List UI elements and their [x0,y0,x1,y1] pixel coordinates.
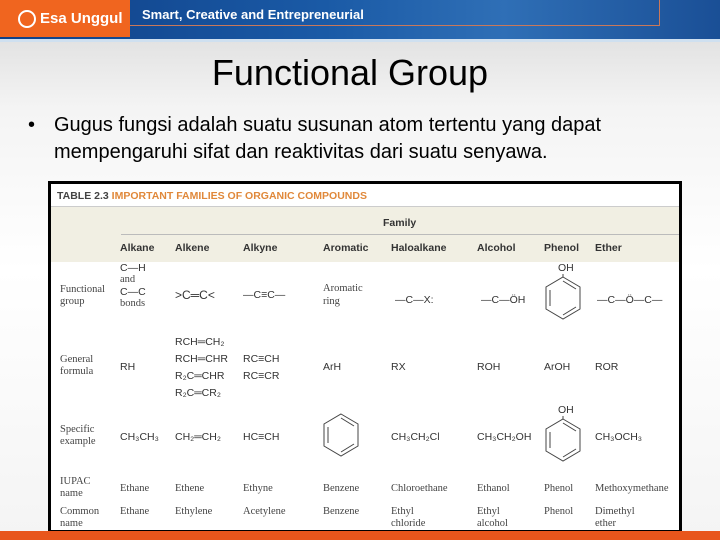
column-header: Phenol [544,242,580,254]
cell-alcohol-gf: ROH [477,361,501,373]
column-header: Alkane [120,242,155,254]
column-header: Alkyne [243,242,278,254]
iupac-name: Ethyne [243,483,273,494]
row-label: IUPAC name [60,476,91,499]
iupac-name: Ethene [175,483,205,494]
common-name: Ethyl chloride [391,506,426,529]
phenol-oh-label: OH [558,262,574,274]
footer-bar [0,531,720,540]
row-label: General formula [60,354,94,377]
cell-alkane-gf: RH [120,361,136,373]
cell-alkene-ex: CH₂═CH₂ [175,431,221,443]
row-label: Functional group [60,284,105,307]
university-logo: Esa Unggul [0,0,130,37]
iupac-name: Ethane [120,483,150,494]
cell-alkyne-fg: —C≡C— [243,289,286,301]
common-name: Ethyl alcohol [477,506,508,529]
bullet-point: • Gugus fungsi adalah suatu susunan atom … [28,112,688,166]
cell-alkane-fg: C—H and C—C bonds [120,262,146,309]
divider [659,0,660,26]
cell-alkyne-gf: RC≡CH RC≡CR [243,353,280,382]
row-label: Specific example [60,424,96,447]
iupac-name: Phenol [544,483,574,494]
cell-phenol-gf: ArOH [544,361,571,373]
iupac-name: Ethanol [477,483,510,494]
common-name: Dimethyl ether [595,506,635,529]
benzene-ring-icon [323,413,359,457]
cell-ether-gf: ROR [595,361,619,373]
bullet-text: Gugus fungsi adalah suatu susunan atom t… [54,114,602,163]
cell-ether-fg: —C—Ö—C— [597,294,663,306]
cell-alcohol-ex: CH₃CH₂OH [477,431,532,443]
column-header: Haloalkane [391,242,447,254]
cell-haloalkane-fg: —C—X: [395,294,434,306]
phenol-ring-icon [545,416,581,462]
benzene-ring-icon [545,274,581,320]
logo-mark-icon [18,9,36,28]
logo-text: Esa Unggul [40,10,123,27]
cell-alkyne-ex: HC≡CH [243,431,280,443]
cell-alkene-gf: RCH═CH₂ RCH═CHR R₂C═CHR R₂C═CR₂ [175,336,228,399]
cell-aromatic-fg: Aromatic ring [323,283,363,307]
table-caption: TABLE 2.3 IMPORTANT FAMILIES OF ORGANIC … [57,190,367,202]
cell-haloalkane-gf: RX [391,361,406,373]
column-header: Ether [595,242,622,254]
cell-alcohol-fg: —C—ÖH [481,294,526,306]
column-header: Aromatic [323,242,369,254]
column-header: Alcohol [477,242,516,254]
phenol-oh-label: OH [558,404,574,416]
row-label: Common name [60,506,100,529]
organic-compounds-table: TABLE 2.3 IMPORTANT FAMILIES OF ORGANIC … [48,181,682,533]
common-name: Benzene [323,506,360,517]
cell-ether-ex: CH₃OCH₃ [595,431,643,443]
divider [130,25,660,26]
header-banner: Esa Unggul Smart, Creative and Entrepren… [0,0,720,42]
divider [121,234,679,235]
common-name: Acetylene [243,506,286,517]
bullet-icon: • [28,114,36,136]
tagline: Smart, Creative and Entrepreneurial [142,7,364,22]
iupac-name: Benzene [323,483,360,494]
family-header: Family [383,217,417,229]
iupac-name: Chloroethane [391,483,448,494]
cell-aromatic-gf: ArH [323,361,342,373]
cell-alkane-ex: CH₃CH₃ [120,431,159,443]
iupac-name: Methoxymethane [595,483,669,494]
common-name: Ethane [120,506,150,517]
cell-haloalkane-ex: CH₃CH₂Cl [391,431,440,443]
slide-title: Functional Group [211,52,489,93]
cell-alkene-fg: >C═C< [175,288,215,302]
column-header: Alkene [175,242,210,254]
common-name: Ethylene [175,506,213,517]
common-name: Phenol [544,506,574,517]
